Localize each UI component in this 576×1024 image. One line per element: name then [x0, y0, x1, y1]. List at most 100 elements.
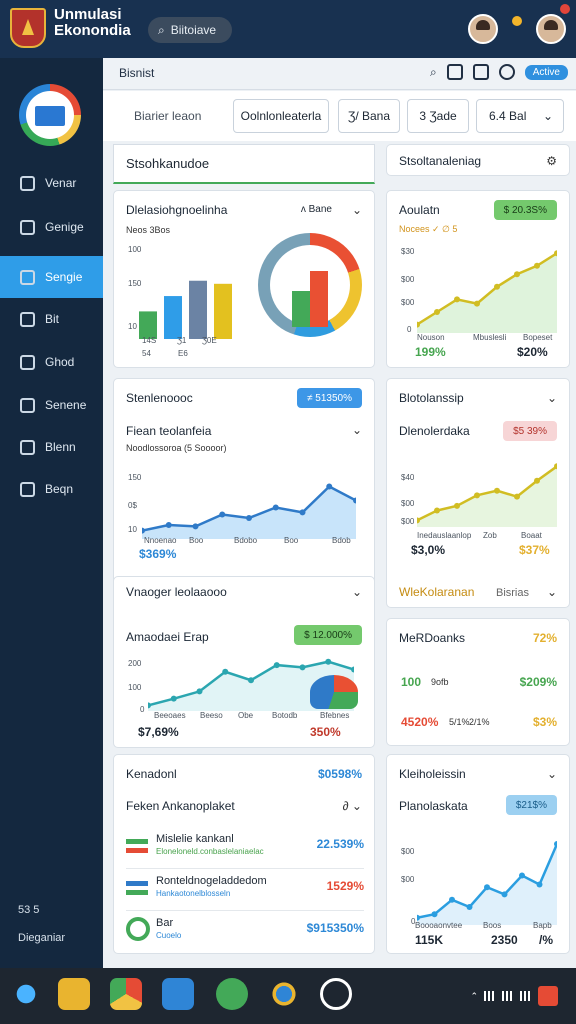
card-tag: ʌ Bane — [300, 203, 332, 215]
metric-value: $37% — [519, 543, 550, 557]
list-item[interactable]: Ronteldnogeladdedom Hankaotonelblosseln … — [126, 875, 364, 911]
x-axis-label: E6 — [178, 349, 188, 358]
x-axis-label: Bapb — [533, 921, 552, 930]
calendar-icon[interactable] — [162, 978, 194, 1010]
chevron-down-icon[interactable]: ⌄ — [547, 391, 557, 405]
globe-icon — [20, 354, 35, 370]
flag-icon — [126, 881, 148, 895]
list-item[interactable]: Mislelie kankanl Eloneloneld.conbaslelan… — [126, 833, 364, 869]
metric-note: 2/1% — [469, 717, 490, 727]
filter-button-2[interactable]: Ʒ/ Bana — [338, 99, 400, 133]
list-item[interactable]: Bar Cuoelo $915350% — [126, 917, 364, 947]
sidebar-item-label: Blenn — [45, 440, 76, 454]
settings-icon[interactable] — [498, 64, 515, 80]
card-title: Dlelasiohgnoelinha — [126, 203, 228, 217]
sidebar-item-senene[interactable]: Senene — [0, 384, 103, 426]
main-content: Bisnist ⌕ Active Biarier leaon Oolnlonle… — [103, 58, 576, 968]
sidebar-item-label: Ghod — [45, 355, 75, 369]
sidebar-item-blenn[interactable]: Blenn — [0, 426, 103, 468]
y-axis-label: 150 — [128, 473, 142, 482]
filter-button-1[interactable]: Oolnlonleaterla — [233, 99, 329, 133]
status-pill[interactable]: Active — [524, 64, 568, 80]
list-item-value: 22.539% — [316, 837, 364, 851]
card-note: Noodlossoroa (5 Soooor) — [126, 443, 227, 453]
filter-button-4[interactable]: 6.4 Bal ⌄ — [476, 99, 564, 133]
metric-value: $0598% — [317, 767, 362, 781]
network-icon[interactable] — [320, 978, 352, 1010]
edit-icon[interactable] — [446, 64, 463, 80]
series-area — [417, 466, 557, 527]
card-subtitle: Feken Ankanoplaket — [126, 799, 235, 813]
search-label: Biitoiave — [170, 23, 217, 37]
search-button[interactable]: ⌕ Biitoiave — [148, 17, 232, 43]
card-aoulatn: Aoulatn $ 20.3S% Nocees ✓ ∅ 5 $30 $00 $0… — [386, 190, 570, 368]
donut-bar — [310, 271, 328, 327]
series-area — [142, 486, 356, 539]
chevron-down-icon[interactable]: ⌄ — [547, 585, 557, 599]
chevron-down-icon[interactable]: ⌄ — [352, 585, 362, 599]
data-point — [554, 841, 557, 847]
metric-note: 5/1% — [449, 717, 470, 727]
chevron-down-icon[interactable]: ⌄ — [352, 203, 362, 217]
chevron-down-icon[interactable]: ⌄ — [547, 767, 557, 781]
data-point — [248, 677, 254, 684]
metric-value: $20% — [517, 345, 548, 359]
line-chart-planolaskata — [417, 841, 557, 925]
metric-value: 4520% — [401, 715, 439, 729]
data-point — [434, 507, 440, 514]
metric-value: 199% — [415, 345, 446, 359]
sidebar-item-label: Senene — [45, 398, 87, 412]
chrome-icon[interactable] — [110, 978, 142, 1010]
x-axis-label: Boo — [189, 536, 204, 545]
notification-icon[interactable] — [538, 986, 558, 1006]
sidebar-item-bit[interactable]: Bit — [0, 298, 103, 340]
browser-icon[interactable] — [268, 978, 300, 1010]
app-icon[interactable] — [216, 978, 248, 1010]
sidebar-item-genige[interactable]: Genige — [0, 206, 103, 248]
filter-button-3[interactable]: 3 Ʒade — [407, 99, 469, 133]
sidebar-item-venar[interactable]: Venar — [0, 162, 103, 204]
x-axis-label: 54 — [142, 349, 151, 358]
y-axis-label: 0$ — [128, 501, 137, 510]
settings-icon[interactable]: ⚙ — [546, 154, 557, 168]
data-point — [536, 881, 543, 888]
card-blotolanssip: Blotolanssip ⌄ Dlenolerdaka $5 39% $40 $… — [386, 378, 570, 608]
chevron-down-icon[interactable]: ⌄ — [352, 423, 362, 437]
more-icon[interactable]: ∂ ⌄ — [343, 799, 362, 813]
list-item-desc: Eloneloneld.conbaslelaniaelac — [156, 847, 264, 856]
metric-value: /% — [539, 933, 554, 947]
y-axis-label: 10 — [128, 322, 137, 331]
sidebar-item-beqn[interactable]: Beqn — [0, 468, 103, 510]
list-item-value: 1529% — [326, 879, 364, 893]
data-point — [170, 695, 177, 702]
x-axis-label: Nnoenao — [144, 536, 177, 545]
sidebar-item-sengie[interactable]: Sengie — [0, 256, 103, 298]
x-axis-label: Boos — [483, 921, 502, 930]
section-title-right[interactable]: Stsoltanaleniag ⚙ — [386, 144, 570, 176]
search-icon[interactable]: ⌕ — [430, 65, 437, 80]
data-point — [454, 296, 460, 303]
card-legend: Nocees ✓ ∅ 5 — [399, 224, 458, 234]
metric-note: 9ofb — [431, 677, 449, 687]
section-title-right-label: Stsoltanaleniag — [399, 154, 482, 168]
data-point — [474, 492, 480, 499]
sidebar-item-label: Bit — [45, 312, 60, 326]
folder-icon[interactable] — [58, 978, 90, 1010]
y-axis-label: $00 — [401, 875, 415, 884]
search-icon: ⌕ — [158, 22, 165, 37]
avatar[interactable] — [468, 14, 498, 44]
chevron-up-icon[interactable]: ⌃ — [470, 991, 478, 1002]
cross-icon — [20, 397, 35, 413]
data-point — [534, 477, 540, 484]
card-kenadonl: Kenadonl $0598% Feken Ankanoplaket ∂ ⌄ M… — [113, 754, 375, 954]
section-title-left: Stsohkanudoe — [113, 144, 375, 184]
sidebar-item-ghod[interactable]: Ghod — [0, 341, 103, 383]
start-icon[interactable] — [10, 978, 42, 1010]
notification-badge — [512, 16, 522, 26]
user-avatar[interactable] — [536, 14, 566, 44]
data-point — [519, 872, 525, 879]
content-topbar: Bisnist ⌕ Active — [103, 58, 576, 90]
grid-icon[interactable] — [472, 64, 489, 80]
sidebar-footer-bottom[interactable]: Dieganiar — [18, 932, 65, 944]
y-axis-label: $00 — [401, 847, 415, 856]
